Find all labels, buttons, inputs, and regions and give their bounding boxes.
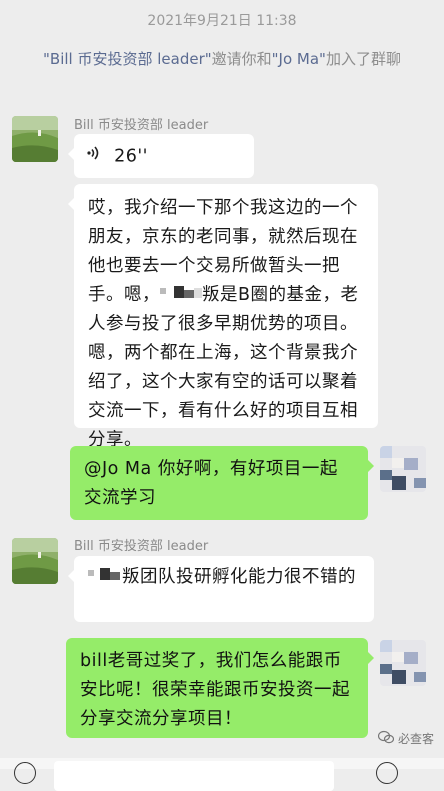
sender-name: Bill 币安投资部 leader — [74, 118, 209, 133]
my-message-bubble[interactable]: @Jo Ma 你好啊，有好项目一起交流学习 — [70, 446, 374, 520]
voice-wave-icon — [86, 142, 100, 171]
group-invite-notice: "Bill 币安投资部 leader"邀请你和"Jo Ma"加入了群聊 — [40, 46, 404, 72]
my-avatar[interactable] — [380, 640, 426, 686]
message-text: 叛团队投研孵化能力很不错的 — [122, 567, 356, 587]
invite-text: 邀请你和 — [211, 50, 272, 68]
emoji-button[interactable] — [376, 762, 398, 784]
voice-message-bubble[interactable]: 26'' — [68, 134, 254, 178]
avatar[interactable] — [12, 538, 58, 584]
text-message-bubble[interactable]: 哎，我介绍一下那个我这边的一个朋友，京东的老同事，就然后现在他也要去一个交易所做… — [68, 184, 378, 450]
input-toolbar — [0, 758, 444, 791]
wechat-logo-icon — [377, 730, 395, 747]
message-input[interactable] — [54, 761, 334, 791]
message-timestamp: 2021年9月21日 11:38 — [147, 13, 297, 29]
sender-name: Bill 币安投资部 leader — [74, 539, 209, 554]
voice-toggle-button[interactable] — [14, 762, 36, 784]
avatar[interactable] — [12, 116, 58, 162]
message-text: bill老哥过奖了，我们怎么能跟币安比呢！很荣幸能跟币安投资一起分享交流分享项目… — [80, 651, 350, 729]
invite-text-end: 加入了群聊 — [325, 50, 401, 68]
voice-duration: 26'' — [114, 146, 148, 167]
invitee-name[interactable]: "Jo Ma" — [272, 50, 326, 68]
redacted-mosaic — [88, 565, 122, 583]
message-text: @Jo Ma 你好啊，有好项目一起交流学习 — [84, 459, 338, 508]
text-message-bubble[interactable]: 叛团队投研孵化能力很不错的 — [68, 556, 374, 622]
redacted-mosaic — [160, 283, 202, 301]
inviter-name[interactable]: "Bill 币安投资部 leader" — [43, 50, 212, 68]
watermark: 必查客 — [377, 730, 434, 747]
message-text-cont: 叛是B圈的基金，老人参与投了很多早期优势的项目。嗯，两个都在上海，这个背景我介绍… — [88, 285, 359, 450]
my-avatar[interactable] — [380, 446, 426, 492]
my-message-bubble[interactable]: bill老哥过奖了，我们怎么能跟币安比呢！很荣幸能跟币安投资一起分享交流分享项目… — [66, 638, 374, 738]
watermark-text: 必查客 — [397, 732, 434, 746]
